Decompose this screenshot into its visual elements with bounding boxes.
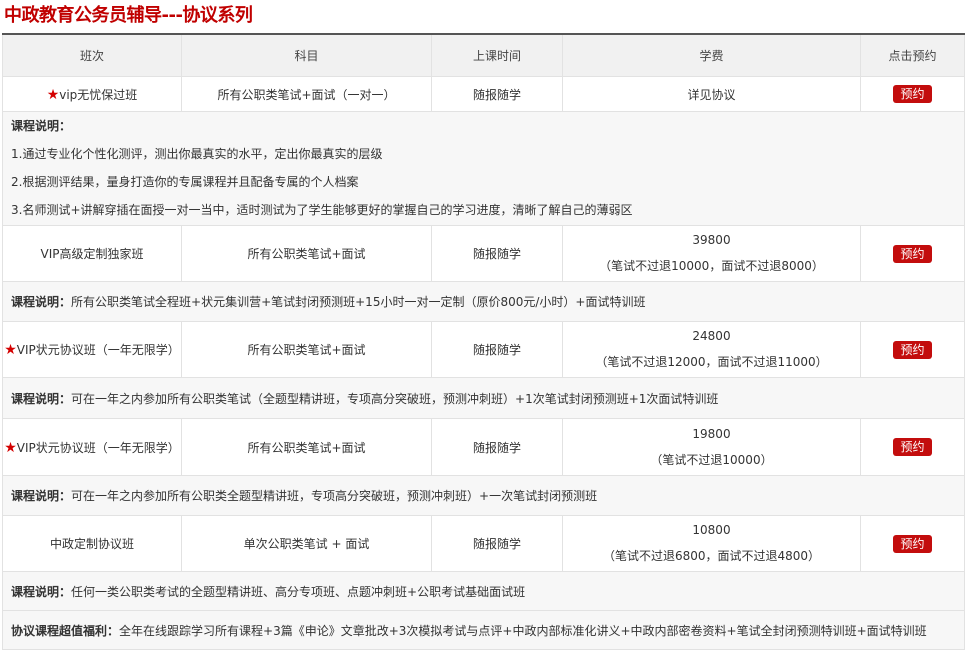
class-cell: VIP高级定制独家班 xyxy=(2,225,182,282)
book-button[interactable]: 预约 xyxy=(893,534,932,553)
course-description-row: 课程说明：所有公职类笔试全程班+状元集训营+笔试封闭预测班+15小时一对一定制（… xyxy=(2,281,965,322)
table-row: ★vip无忧保过班 所有公职类笔试+面试（一对一） 随报随学 详见协议 预约 xyxy=(2,76,965,112)
fee-refund-note: （笔试不过退6800，面试不过退4800） xyxy=(602,549,821,563)
star-icon: ★ xyxy=(46,86,60,103)
fee-refund-note: （笔试不过退10000，面试不过退8000） xyxy=(599,259,824,273)
book-button[interactable]: 预约 xyxy=(893,85,932,103)
fee-amount: 10800 xyxy=(692,523,731,537)
course-description: 课程说明：可在一年之内参加所有公职类全题型精讲班，专项高分突破班，预测冲刺班）+… xyxy=(2,475,965,516)
fee-amount: 39800 xyxy=(692,233,731,247)
course-description-row: 课程说明：可在一年之内参加所有公职类笔试（全题型精讲班，专项高分突破班，预测冲刺… xyxy=(2,377,965,419)
course-description-row: 课程说明：可在一年之内参加所有公职类全题型精讲班，专项高分突破班，预测冲刺班）+… xyxy=(2,475,965,516)
booking-cell: 预约 xyxy=(860,515,965,572)
description-line: 3.名师测试+讲解穿插在面授一对一当中，适时测试为了学生能够更好的掌握自己的学习… xyxy=(11,203,633,217)
description-label: 课程说明： xyxy=(11,489,72,503)
book-button[interactable]: 预约 xyxy=(893,438,932,456)
fee-cell: 24800 （笔试不过退12000，面试不过退11000） xyxy=(562,321,861,378)
bonus-label: 协议课程超值福利： xyxy=(11,623,120,638)
time-cell: 随报随学 xyxy=(431,418,563,476)
subject-cell: 所有公职类笔试+面试 xyxy=(181,418,432,476)
header-fee: 学费 xyxy=(562,33,861,77)
class-cell: 中政定制协议班 xyxy=(2,515,182,572)
description-line: 1.通过专业化个性化测评，测出你最真实的水平，定出你最真实的层级 xyxy=(11,147,383,161)
fee-amount: 24800 xyxy=(692,329,731,343)
table-header-row: 班次 科目 上课时间 学费 点击预约 xyxy=(2,33,965,77)
class-cell: ★vip无忧保过班 xyxy=(2,76,182,112)
page-title: 中政教育公务员辅导---协议系列 xyxy=(4,5,253,26)
description-label: 课程说明： xyxy=(11,584,72,599)
time-cell: 随报随学 xyxy=(431,515,563,572)
description-text: 可在一年之内参加所有公职类笔试（全题型精讲班，专项高分突破班，预测冲刺班）+1次… xyxy=(71,391,719,406)
booking-cell: 预约 xyxy=(860,225,965,282)
class-name: 中政定制协议班 xyxy=(49,537,134,551)
class-cell: ★VIP状元协议班（一年无限学） xyxy=(2,321,182,378)
course-description: 课程说明： 1.通过专业化个性化测评，测出你最真实的水平，定出你最真实的层级 2… xyxy=(2,111,965,226)
time-cell: 随报随学 xyxy=(431,321,563,378)
header-subject: 科目 xyxy=(181,33,432,77)
description-text: 任何一类公职类考试的全题型精讲班、高分专项班、点题冲刺班+公职考试基础面试班 xyxy=(71,584,526,599)
book-button[interactable]: 预约 xyxy=(893,244,932,263)
fee-refund-note: （笔试不过退10000） xyxy=(650,452,773,467)
course-table: 班次 科目 上课时间 学费 点击预约 ★vip无忧保过班 所有公职类笔试+面试（… xyxy=(2,33,965,650)
table-row: 中政定制协议班 单次公职类笔试 + 面试 随报随学 10800 （笔试不过退68… xyxy=(2,515,965,572)
description-line: 2.根据测评结果，量身打造你的专属课程并且配备专属的个人档案 xyxy=(11,175,359,189)
time-cell: 随报随学 xyxy=(431,76,563,112)
class-cell: ★VIP状元协议班（一年无限学） xyxy=(2,418,182,476)
booking-cell: 预约 xyxy=(860,76,965,112)
header-booking: 点击预约 xyxy=(860,33,965,77)
fee-cell: 19800 （笔试不过退10000） xyxy=(562,418,861,476)
fee-refund-note: （笔试不过退12000，面试不过退11000） xyxy=(595,355,828,369)
table-row: VIP高级定制独家班 所有公职类笔试+面试 随报随学 39800 （笔试不过退1… xyxy=(2,225,965,282)
booking-cell: 预约 xyxy=(860,418,965,476)
book-button[interactable]: 预约 xyxy=(893,340,932,359)
star-icon: ★ xyxy=(4,439,17,456)
description-text: 所有公职类笔试全程班+状元集训营+笔试封闭预测班+15小时一对一定制（原价800… xyxy=(71,295,646,309)
course-description: 课程说明：任何一类公职类考试的全题型精讲班、高分专项班、点题冲刺班+公职考试基础… xyxy=(2,571,965,611)
booking-cell: 预约 xyxy=(860,321,965,378)
fee-cell: 10800 （笔试不过退6800，面试不过退4800） xyxy=(562,515,861,572)
description-label: 课程说明： xyxy=(11,295,72,309)
fee-cell: 详见协议 xyxy=(562,76,861,112)
header-time: 上课时间 xyxy=(431,33,563,77)
bonus-row: 协议课程超值福利：全年在线跟踪学习所有课程+3篇《申论》文章批改+3次模拟考试与… xyxy=(2,610,965,650)
class-name: VIP高级定制独家班 xyxy=(40,247,144,261)
class-name: vip无忧保过班 xyxy=(59,87,138,102)
class-name: VIP状元协议班（一年无限学） xyxy=(16,343,180,357)
header-class: 班次 xyxy=(2,33,182,77)
fee-cell: 39800 （笔试不过退10000，面试不过退8000） xyxy=(562,225,861,282)
course-description: 课程说明：可在一年之内参加所有公职类笔试（全题型精讲班，专项高分突破班，预测冲刺… xyxy=(2,377,965,419)
course-description: 课程说明：所有公职类笔试全程班+状元集训营+笔试封闭预测班+15小时一对一定制（… xyxy=(2,281,965,322)
subject-cell: 所有公职类笔试+面试 xyxy=(181,225,432,282)
course-description-row: 课程说明： 1.通过专业化个性化测评，测出你最真实的水平，定出你最真实的层级 2… xyxy=(2,111,965,226)
description-label: 课程说明： xyxy=(11,119,72,133)
star-icon: ★ xyxy=(4,342,17,358)
course-description-row: 课程说明：任何一类公职类考试的全题型精讲班、高分专项班、点题冲刺班+公职考试基础… xyxy=(2,571,965,611)
description-label: 课程说明： xyxy=(11,391,72,406)
subject-cell: 单次公职类笔试 + 面试 xyxy=(181,515,432,572)
course-table-wrapper: 班次 科目 上课时间 学费 点击预约 ★vip无忧保过班 所有公职类笔试+面试（… xyxy=(2,33,965,650)
bonus-description: 协议课程超值福利：全年在线跟踪学习所有课程+3篇《申论》文章批改+3次模拟考试与… xyxy=(2,610,965,650)
class-name: VIP状元协议班（一年无限学） xyxy=(16,440,180,455)
subject-cell: 所有公职类笔试+面试（一对一） xyxy=(181,76,432,112)
bonus-text: 全年在线跟踪学习所有课程+3篇《申论》文章批改+3次模拟考试与点评+中政内部标准… xyxy=(119,623,927,638)
subject-cell: 所有公职类笔试+面试 xyxy=(181,321,432,378)
time-cell: 随报随学 xyxy=(431,225,563,282)
description-text: 可在一年之内参加所有公职类全题型精讲班，专项高分突破班，预测冲刺班）+一次笔试封… xyxy=(71,489,598,503)
table-row: ★VIP状元协议班（一年无限学） 所有公职类笔试+面试 随报随学 19800 （… xyxy=(2,418,965,476)
fee-amount: 19800 xyxy=(692,426,731,441)
table-row: ★VIP状元协议班（一年无限学） 所有公职类笔试+面试 随报随学 24800 （… xyxy=(2,321,965,378)
